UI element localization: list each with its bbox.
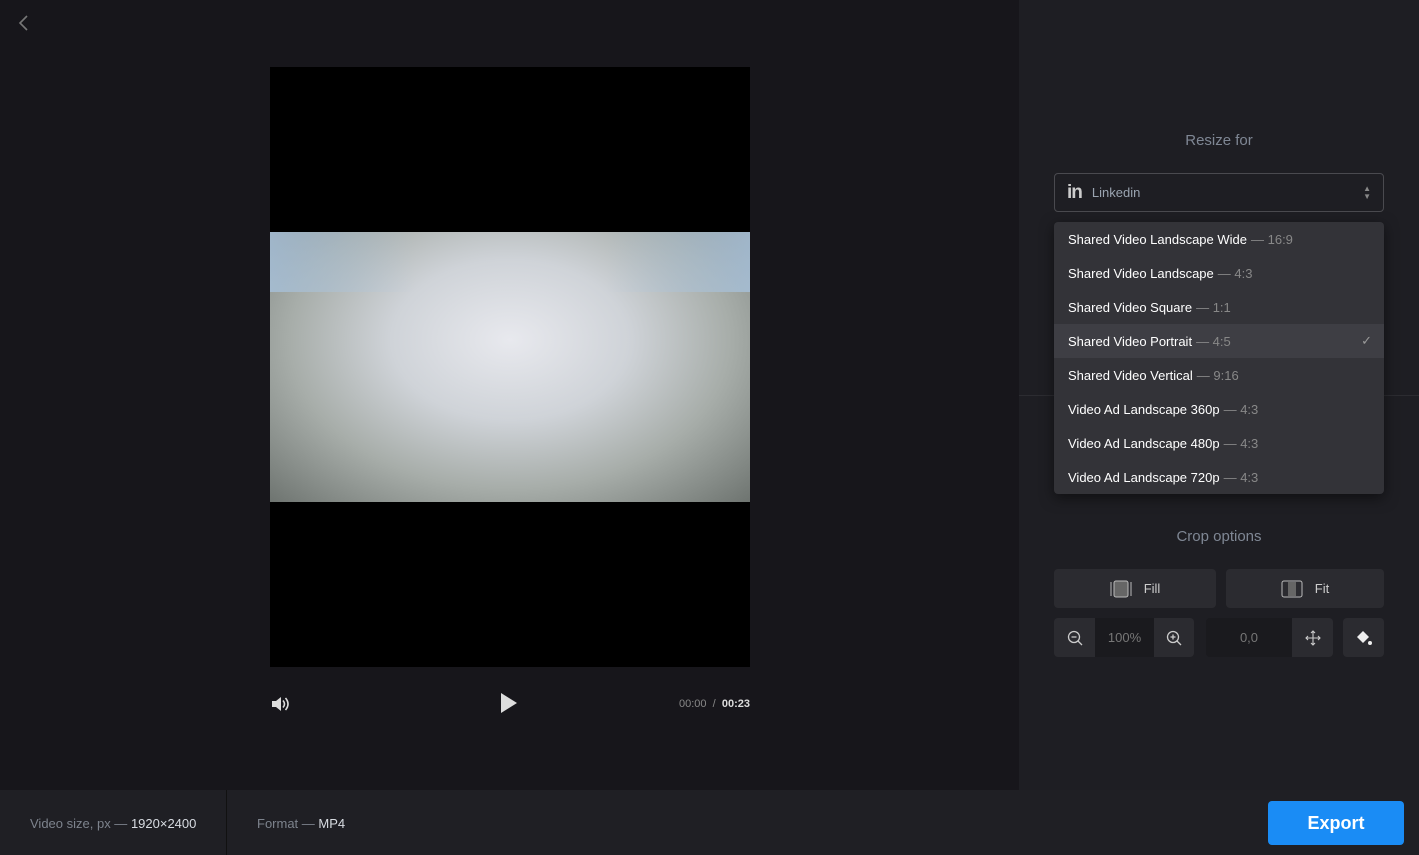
current-time: 00:00 bbox=[679, 698, 707, 710]
duration: 00:23 bbox=[721, 698, 750, 710]
option-ratio: — 9:16 bbox=[1196, 367, 1239, 383]
format-label: Format — bbox=[257, 816, 315, 831]
zoom-in-icon bbox=[1166, 630, 1182, 645]
crop-title: Crop options bbox=[1176, 528, 1262, 545]
size-options-dropdown: Shared Video Landscape Wide — 16:9 Shared … bbox=[1054, 222, 1384, 494]
fill-button[interactable]: Fill bbox=[1054, 569, 1216, 608]
volume-icon[interactable] bbox=[270, 694, 290, 714]
dropdown-option[interactable]: Video Ad Landscape 480p — 4:3 bbox=[1054, 426, 1384, 460]
play-icon[interactable] bbox=[500, 692, 518, 714]
option-name: Video Ad Landscape 720p bbox=[1068, 469, 1220, 485]
option-ratio: — 4:3 bbox=[1223, 435, 1259, 451]
zoom-in-button[interactable] bbox=[1154, 618, 1194, 657]
dropdown-option[interactable]: Video Ad Landscape 720p — 4:3 bbox=[1054, 460, 1384, 494]
dropdown-option[interactable]: Shared Video Landscape Wide — 16:9 bbox=[1054, 222, 1384, 256]
fill-icon bbox=[1110, 580, 1132, 597]
background-color-button[interactable] bbox=[1343, 618, 1384, 657]
option-ratio: — 16:9 bbox=[1251, 231, 1293, 247]
footer-bar: Video size, px — 1920×2400 Format — MP4 … bbox=[0, 790, 1419, 855]
format-info: Format — MP4 bbox=[257, 816, 345, 831]
option-ratio: — 4:5 bbox=[1196, 333, 1231, 349]
check-icon: ✓ bbox=[1361, 333, 1372, 348]
option-name: Shared Video Portrait bbox=[1068, 333, 1193, 349]
zoom-out-button[interactable] bbox=[1054, 618, 1095, 657]
move-icon bbox=[1304, 629, 1321, 646]
platform-select[interactable]: in Linkedin ▲ ▼ bbox=[1054, 173, 1384, 212]
paint-bucket-icon bbox=[1356, 630, 1372, 645]
dropdown-option[interactable]: Shared Video Landscape — 4:3 bbox=[1054, 256, 1384, 290]
position-value[interactable]: 0,0 bbox=[1206, 618, 1292, 657]
dropdown-option[interactable]: Video Ad Landscape 360p — 4:3 bbox=[1054, 392, 1384, 426]
linkedin-icon: in bbox=[1067, 181, 1083, 203]
back-arrow-icon[interactable] bbox=[14, 12, 34, 34]
time-separator: / bbox=[712, 698, 716, 710]
option-name: Video Ad Landscape 480p bbox=[1068, 435, 1220, 451]
fit-icon bbox=[1281, 580, 1303, 597]
video-frame bbox=[270, 232, 750, 502]
video-preview[interactable] bbox=[270, 67, 750, 667]
time-display: 00:00 / 00:23 bbox=[679, 698, 750, 710]
dropdown-option[interactable]: Shared Video Portrait — 4:5 ✓ bbox=[1054, 324, 1384, 358]
option-ratio: — 4:3 bbox=[1223, 401, 1259, 417]
option-name: Shared Video Landscape Wide bbox=[1068, 231, 1247, 247]
option-ratio: — 1:1 bbox=[1196, 299, 1231, 315]
fit-button[interactable]: Fit bbox=[1226, 569, 1384, 608]
option-name: Video Ad Landscape 360p bbox=[1068, 401, 1220, 417]
zoom-value[interactable]: 100% bbox=[1095, 618, 1154, 657]
fill-label: Fill bbox=[1143, 581, 1161, 596]
format-value: MP4 bbox=[318, 816, 346, 831]
platform-label: Linkedin bbox=[1091, 185, 1141, 200]
zoom-out-icon bbox=[1067, 630, 1082, 645]
option-name: Shared Video Landscape bbox=[1068, 265, 1214, 281]
divider bbox=[226, 790, 227, 855]
preview-area: 00:00 / 00:23 bbox=[0, 0, 1019, 790]
export-button[interactable]: Export bbox=[1268, 801, 1404, 845]
select-arrows-icon: ▲ ▼ bbox=[1363, 184, 1371, 201]
option-ratio: — 4:3 bbox=[1223, 469, 1259, 485]
dropdown-option[interactable]: Shared Video Square — 1:1 bbox=[1054, 290, 1384, 324]
option-ratio: — 4:3 bbox=[1217, 265, 1253, 281]
video-size-info: Video size, px — 1920×2400 bbox=[30, 816, 196, 831]
fit-label: Fit bbox=[1314, 581, 1330, 596]
player-controls: 00:00 / 00:23 bbox=[270, 690, 750, 718]
size-label: Video size, px — bbox=[30, 816, 128, 831]
move-button[interactable] bbox=[1292, 618, 1333, 657]
option-name: Shared Video Vertical bbox=[1068, 367, 1193, 383]
resize-title: Resize for bbox=[1185, 132, 1253, 149]
size-value: 1920×2400 bbox=[130, 816, 197, 831]
option-name: Shared Video Square bbox=[1068, 299, 1193, 315]
dropdown-option[interactable]: Shared Video Vertical — 9:16 bbox=[1054, 358, 1384, 392]
